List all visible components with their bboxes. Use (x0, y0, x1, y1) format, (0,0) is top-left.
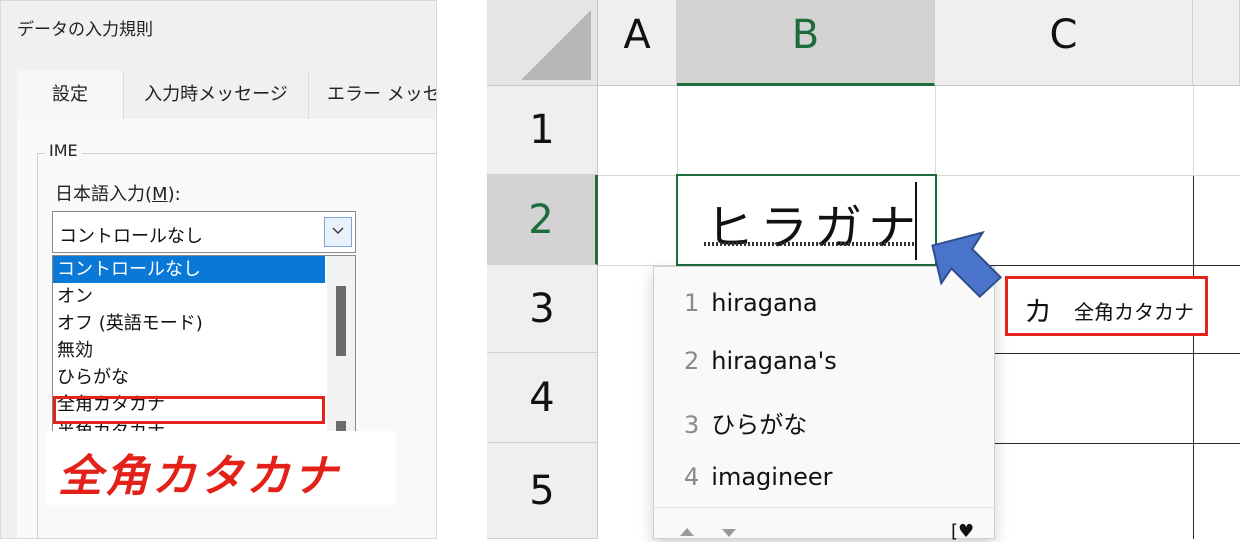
candidate-item[interactable]: 4 imagineer (684, 463, 833, 491)
highlighted-option-outline (53, 396, 325, 424)
gridline (1193, 175, 1194, 539)
select-all-triangle-icon (521, 10, 591, 80)
column-header-a[interactable]: A (598, 0, 677, 86)
tab-strip: 設定 入力時メッセージ エラー メッセー (17, 71, 436, 120)
tab-input-message[interactable]: 入力時メッセージ (124, 71, 309, 119)
candidate-number: 3 (684, 411, 700, 439)
option-list-scrollbar[interactable] (327, 256, 355, 432)
callout-label: 全角カタカナ (58, 451, 340, 502)
tab-error-alert[interactable]: エラー メッセー (309, 71, 436, 119)
data-validation-dialog: データの入力規則 設定 入力時メッセージ エラー メッセー IME 日本語入力(… (0, 0, 437, 539)
ime-mode-text: 全角カタカナ (1074, 300, 1194, 324)
scrollbar-down-mark[interactable] (336, 421, 346, 431)
candidate-item[interactable]: 2 hiragana's (684, 347, 837, 375)
option-on[interactable]: オン (53, 283, 325, 310)
cell-input-text: ヒラガナ (706, 200, 923, 256)
select-all-corner[interactable] (487, 0, 598, 86)
candidate-number: 4 (684, 463, 700, 491)
pointer-arrow-icon (931, 230, 1003, 299)
gridline (935, 86, 936, 176)
column-header-d[interactable] (1193, 0, 1240, 86)
page-up-icon[interactable] (680, 528, 694, 536)
option-off-english[interactable]: オフ (英語モード) (53, 310, 325, 337)
japanese-input-label: 日本語入力(M): (55, 180, 181, 206)
callout-box: 全角カタカナ (46, 431, 396, 505)
option-disabled[interactable]: 無効 (53, 337, 325, 364)
text-caret (915, 182, 917, 260)
tab-settings[interactable]: 設定 (17, 71, 124, 119)
chevron-down-icon (332, 227, 344, 234)
ime-group-label: IME (45, 141, 82, 160)
ime-mode-char: カ (1024, 295, 1053, 328)
column-header-c[interactable]: C (935, 0, 1193, 86)
candidate-item[interactable]: 1 hiragana (684, 289, 818, 317)
jp-label-suffix: ): (167, 184, 181, 205)
candidate-number: 1 (684, 289, 700, 317)
candidate-item[interactable]: 3 ひらがな (684, 405, 807, 440)
row-header-2[interactable]: 2 (487, 175, 598, 265)
jp-label-accesskey: M (152, 184, 168, 205)
candidate-text: hiragana's (711, 347, 837, 375)
page-down-icon[interactable] (722, 529, 736, 537)
option-hiragana[interactable]: ひらがな (53, 364, 325, 391)
row-header-3[interactable]: 3 (487, 265, 598, 353)
active-cell-b2[interactable]: ヒラガナ (676, 174, 937, 266)
candidate-text: imagineer (711, 463, 833, 491)
row-header-5[interactable]: 5 (487, 443, 598, 539)
ime-mode-select-value: コントロールなし (59, 226, 203, 247)
ime-mode-indicator: カ 全角カタカナ (1005, 276, 1208, 336)
column-header-b[interactable]: B (677, 0, 935, 86)
candidate-text: ひらがな (711, 411, 808, 439)
ime-composition-underline (704, 242, 916, 246)
scrollbar-thumb[interactable] (336, 286, 346, 356)
ime-mode-select[interactable]: コントロールなし (52, 211, 356, 253)
dialog-title: データの入力規則 (17, 20, 153, 40)
gridline (1193, 86, 1194, 176)
dropdown-button[interactable] (324, 217, 352, 247)
candidate-text: hiragana (711, 289, 818, 317)
candidate-number: 2 (684, 347, 700, 375)
option-no-control[interactable]: コントロールなし (53, 256, 325, 283)
candidate-footer-divider (654, 507, 994, 508)
jp-label-prefix: 日本語入力( (55, 184, 153, 205)
row-header-4[interactable]: 4 (487, 353, 598, 443)
row-header-1[interactable]: 1 (487, 86, 598, 175)
